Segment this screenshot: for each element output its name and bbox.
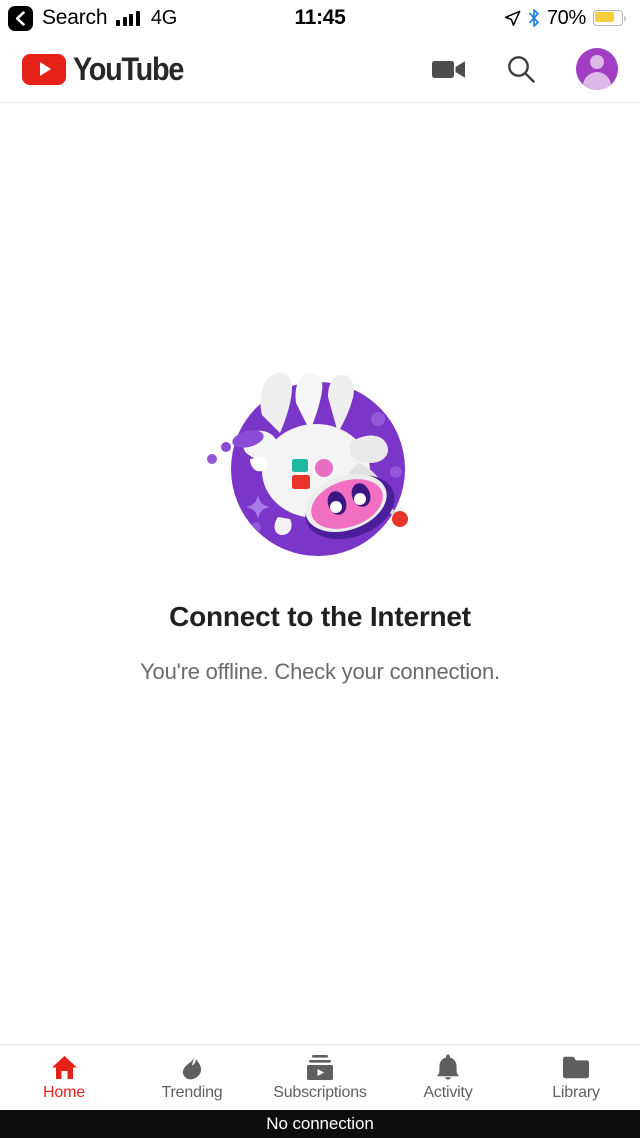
- battery-percent-label: 70%: [546, 6, 586, 29]
- back-to-search-button[interactable]: [8, 5, 33, 31]
- flame-icon: [181, 1054, 203, 1080]
- tab-home[interactable]: Home: [0, 1045, 128, 1110]
- youtube-logo-icon: [22, 53, 66, 85]
- tab-trending-label: Trending: [161, 1084, 223, 1101]
- app-screen: Search 4G 11:45 70% YouTube Connect to t…: [0, 0, 640, 1138]
- search-icon[interactable]: [506, 54, 536, 84]
- chevron-left-icon: [15, 10, 25, 26]
- cellular-signal-icon: [116, 10, 140, 26]
- offline-astronaut-cow-illustration: [200, 367, 440, 567]
- bottom-tab-bar: Home Trending Subscriptions Activity Lib…: [0, 1044, 640, 1110]
- tab-home-label: Home: [43, 1084, 85, 1101]
- status-bar-right: 70%: [504, 7, 626, 30]
- tab-library[interactable]: Library: [512, 1045, 640, 1110]
- brand-name: YouTube: [73, 50, 184, 87]
- app-header: YouTube: [0, 36, 640, 103]
- no-connection-toast: No connection: [0, 1110, 640, 1138]
- tab-activity[interactable]: Activity: [384, 1045, 512, 1110]
- youtube-logo[interactable]: YouTube: [22, 51, 195, 88]
- camera-icon[interactable]: [432, 58, 466, 81]
- empty-state-title: Connect to the Internet: [169, 600, 471, 632]
- bell-icon: [436, 1054, 460, 1080]
- tab-trending[interactable]: Trending: [128, 1045, 256, 1110]
- empty-state-subtitle: You're offline. Check your connection.: [140, 658, 500, 684]
- battery-icon: [593, 10, 626, 26]
- back-label[interactable]: Search: [42, 6, 108, 30]
- toast-message: No connection: [266, 1114, 374, 1133]
- bluetooth-icon: [529, 9, 539, 27]
- location-arrow-icon: [504, 10, 521, 26]
- network-type-label: 4G: [150, 6, 178, 29]
- status-bar: Search 4G 11:45 70%: [0, 0, 640, 36]
- avatar[interactable]: [576, 48, 618, 90]
- home-icon: [51, 1054, 78, 1080]
- offline-empty-state: Connect to the Internet You're offline. …: [0, 103, 640, 1044]
- folder-icon: [562, 1054, 590, 1080]
- tab-library-label: Library: [552, 1084, 600, 1101]
- subscriptions-icon: [306, 1054, 334, 1080]
- tab-subscriptions[interactable]: Subscriptions: [256, 1045, 384, 1110]
- tab-subscriptions-label: Subscriptions: [273, 1084, 367, 1101]
- header-actions: [432, 48, 618, 90]
- status-bar-left: Search 4G: [8, 5, 178, 31]
- tab-activity-label: Activity: [423, 1084, 473, 1101]
